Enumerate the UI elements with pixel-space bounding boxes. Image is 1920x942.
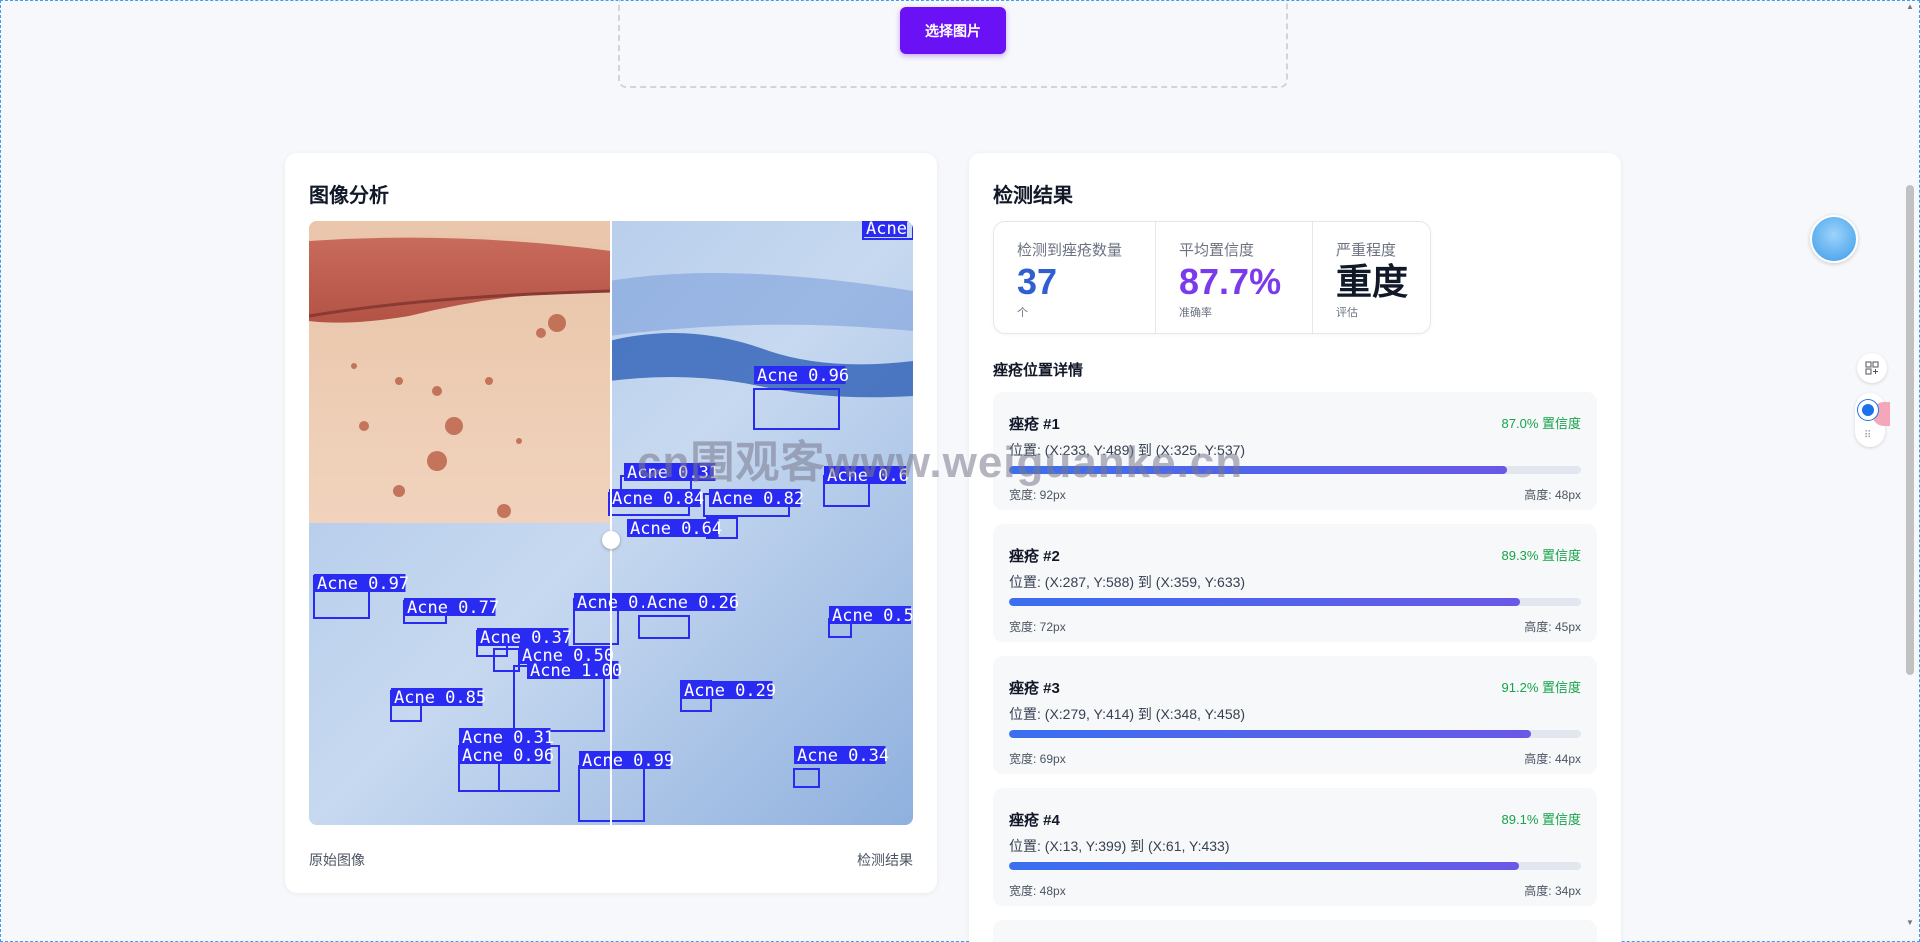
detection-label: Acne 0.99 (582, 751, 674, 771)
image-analysis-card: 图像分析 Acne 0.96 Acne 0.31 Acne 0.84 Acne … (285, 153, 937, 893)
acne-item-position: 位置: (X:287, Y:588) 到 (X:359, Y:633) (1009, 574, 1246, 590)
scrollbar-thumb[interactable] (1906, 185, 1914, 675)
acne-item[interactable]: 痤疮 #4 89.1% 置信度 位置: (X:13, Y:399) 到 (X:6… (993, 788, 1597, 906)
acne-item-name: 痤疮 #4 (1009, 812, 1060, 829)
acne-item[interactable]: 痤疮 #2 89.3% 置信度 位置: (X:287, Y:588) 到 (X:… (993, 524, 1597, 642)
acne-item-width: 宽度: 48px (1009, 884, 1066, 898)
detection-label: Acne 0.96 (757, 366, 849, 386)
stat-confidence: 平均置信度 87.7% 准确率 (1156, 222, 1313, 333)
drag-handle-icon[interactable]: ⠿ (1864, 430, 1871, 441)
acne-item-name: 痤疮 #2 (1009, 548, 1060, 565)
detection-label: Acne 0.29 (684, 681, 776, 701)
detection-label: Acne 0.96 (462, 746, 554, 766)
detection-label: Acne 0.97 (317, 574, 409, 594)
acne-item-confidence: 87.0% 置信度 (1501, 416, 1581, 431)
acne-item-position: 位置: (X:13, Y:399) 到 (X:61, Y:433) (1009, 838, 1230, 854)
stat-count-value: 37 (1017, 261, 1058, 302)
detection-result-caption: 检测结果 (857, 852, 913, 868)
acne-item-confidence: 91.2% 置信度 (1501, 680, 1581, 695)
detection-label: Acne 0.34 (797, 746, 889, 766)
stat-confidence-sub: 准确率 (1179, 307, 1212, 319)
stat-severity-value: 重度 (1336, 261, 1409, 302)
confidence-bar-fill (1009, 598, 1520, 606)
acne-item-confidence: 89.3% 置信度 (1501, 548, 1581, 563)
stats-panel: 检测到痤疮数量 37 个 平均置信度 87.7% 准确率 严重程度 重度 评估 (993, 221, 1431, 334)
app-grid-icon[interactable] (1857, 353, 1887, 383)
detection-label: Acne 0.64 (630, 519, 722, 539)
acne-item-height: 高度: 45px (1524, 620, 1581, 634)
acne-item-name: 痤疮 #3 (1009, 680, 1060, 697)
detection-label: Acne 0.77 (407, 598, 499, 618)
detection-label: Acne (866, 221, 907, 239)
detection-label: Acne 0.85 (394, 688, 486, 708)
stat-severity-label: 严重程度 (1336, 242, 1397, 259)
image-analysis-title: 图像分析 (309, 185, 389, 207)
acne-item-position: 位置: (X:279, Y:414) 到 (X:348, Y:458) (1009, 706, 1246, 722)
compare-divider[interactable] (610, 221, 612, 825)
floating-assistant-bubble[interactable] (1810, 215, 1858, 263)
stat-count: 检测到痤疮数量 37 个 (994, 222, 1156, 333)
acne-item-width: 宽度: 69px (1009, 752, 1066, 766)
acne-item-partial[interactable] (993, 920, 1597, 942)
select-image-button[interactable]: 选择图片 (900, 7, 1006, 54)
acne-item-height: 高度: 48px (1524, 488, 1581, 502)
stat-count-unit: 个 (1017, 307, 1028, 319)
scroll-down-icon[interactable]: ▼ (1906, 918, 1914, 927)
scroll-up-icon[interactable]: ▲ (1906, 2, 1914, 11)
detection-results-card: 检测结果 检测到痤疮数量 37 个 平均置信度 87.7% 准确率 严重程度 重… (969, 153, 1621, 942)
watermark-text: cn围观客www.weiguanke.cn (637, 438, 1244, 487)
stat-count-label: 检测到痤疮数量 (1017, 242, 1123, 259)
confidence-bar (1009, 598, 1581, 606)
acne-item[interactable]: 痤疮 #3 91.2% 置信度 位置: (X:279, Y:414) 到 (X:… (993, 656, 1597, 774)
confidence-bar-fill (1009, 862, 1519, 870)
acne-item-height: 高度: 44px (1524, 752, 1581, 766)
confidence-bar-fill (1009, 730, 1531, 738)
acne-item-width: 宽度: 72px (1009, 620, 1066, 634)
detection-label: Acne 0.84 (612, 489, 704, 509)
stat-confidence-value: 87.7% (1179, 261, 1282, 302)
detection-label: Acne 0.82 (712, 489, 804, 509)
stat-confidence-label: 平均置信度 (1179, 242, 1255, 259)
confidence-bar (1009, 862, 1581, 870)
acne-item-confidence: 89.1% 置信度 (1501, 812, 1581, 827)
details-section-title: 痤疮位置详情 (993, 362, 1084, 379)
original-image-caption: 原始图像 (309, 852, 365, 868)
image-compare-viewer[interactable]: Acne 0.96 Acne 0.31 Acne 0.84 Acne 0.82 Acne… (309, 221, 913, 825)
acne-item-height: 高度: 34px (1524, 884, 1581, 898)
compare-slider-handle[interactable] (602, 531, 620, 549)
confidence-bar (1009, 730, 1581, 738)
stat-severity-sub: 评估 (1336, 307, 1358, 319)
detection-label: Acne 0.5 (832, 606, 913, 626)
detection-label: Acne 1.00 (530, 661, 622, 681)
detection-label: Acne 0.37 (480, 628, 572, 648)
detection-label: Acne 0.31 (462, 728, 554, 748)
record-dot-icon[interactable] (1858, 400, 1878, 420)
detection-results-title: 检测结果 (993, 185, 1073, 207)
detection-label: Acne 0.26 (647, 593, 739, 613)
stat-severity: 严重程度 重度 评估 (1313, 222, 1430, 333)
